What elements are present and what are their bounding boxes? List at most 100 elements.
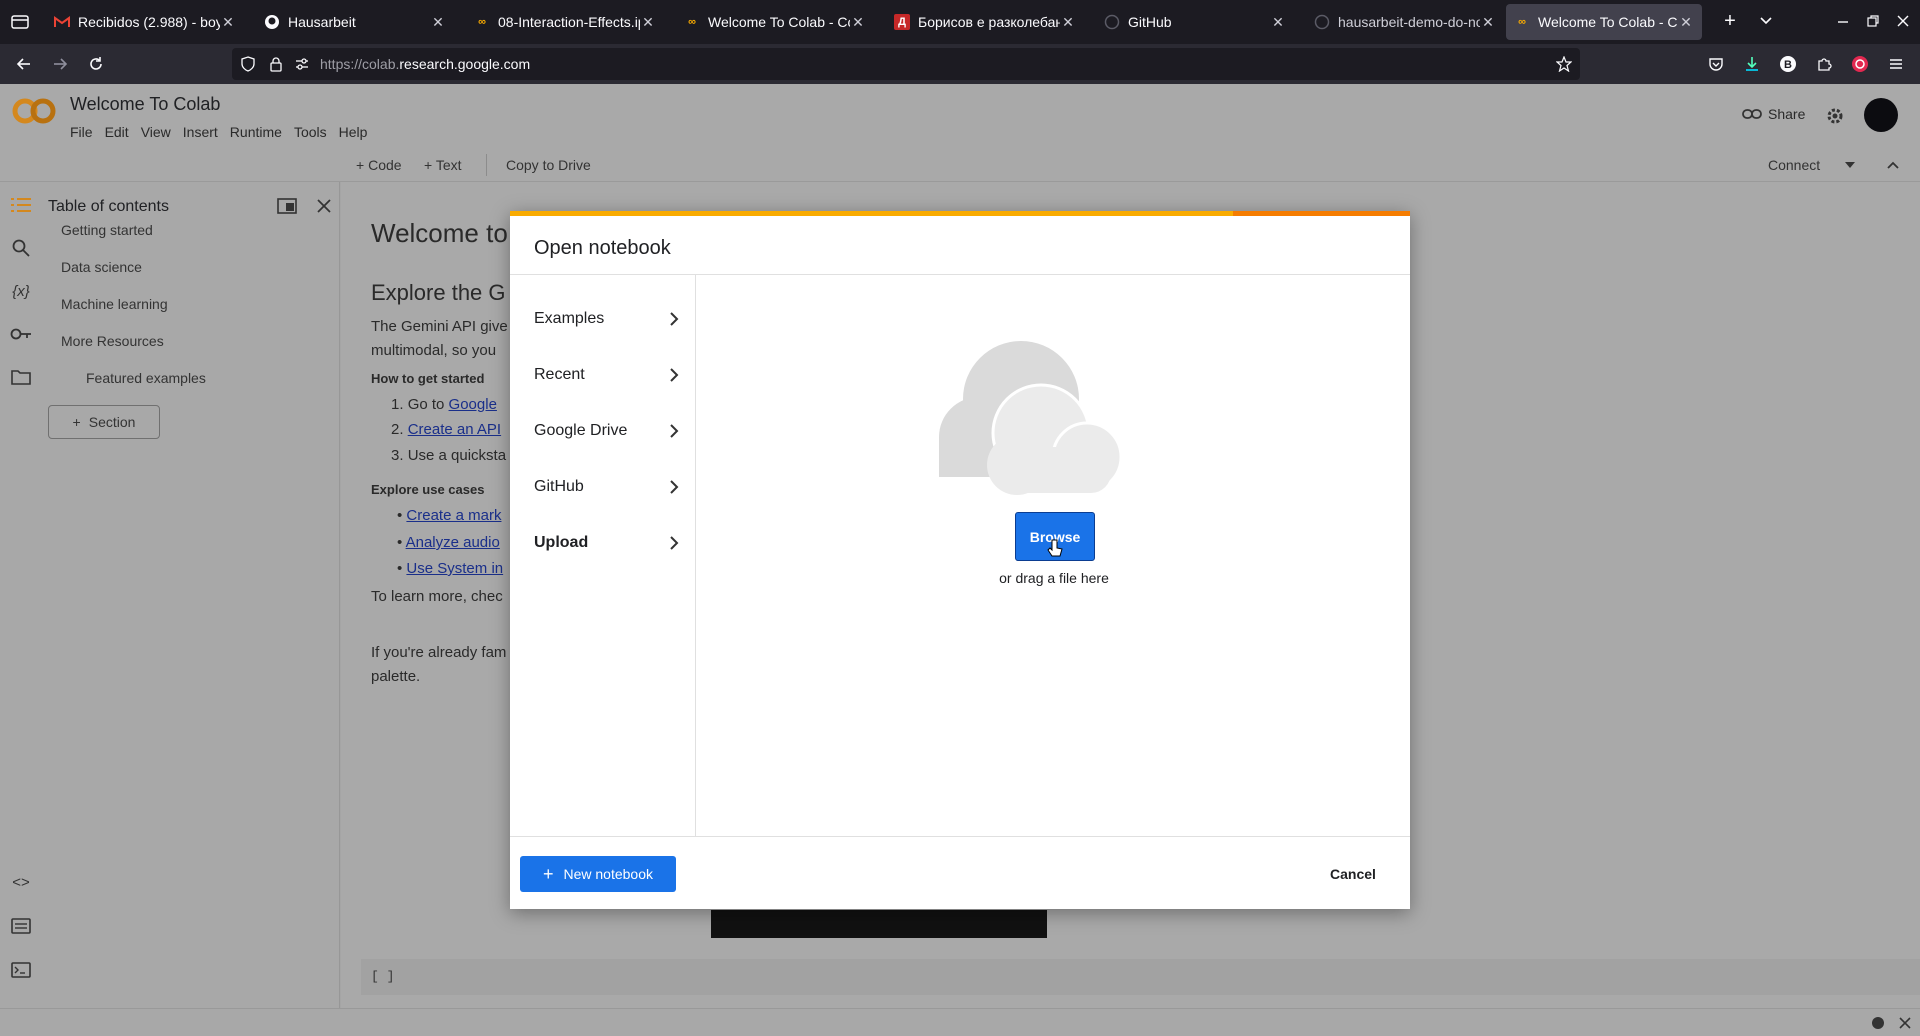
upload-panel[interactable]: Browse or drag a file here [697, 275, 1410, 836]
settings-gear-icon[interactable] [1825, 106, 1845, 126]
bullet-link[interactable]: Analyze audio [406, 534, 500, 551]
share-button[interactable]: Share [1742, 106, 1805, 122]
toc-item-more-resources[interactable]: More Resources [61, 333, 164, 349]
menu-edit[interactable]: Edit [105, 124, 129, 140]
variables-icon[interactable]: {x} [8, 278, 34, 304]
close-sidebar-icon[interactable] [316, 198, 332, 214]
list-item: 3. Use a quicksta [391, 447, 507, 464]
bullet-link[interactable]: Create a mark [406, 507, 501, 524]
bullet-link[interactable]: Use System in [406, 560, 503, 577]
new-notebook-button[interactable]: + New notebook [520, 856, 676, 892]
tab-news[interactable]: Д Борисов е разколебан ✕ [886, 4, 1084, 40]
toc-title: Table of contents [48, 198, 169, 215]
dialog-title: Open notebook [534, 237, 671, 259]
window-close-icon[interactable] [1896, 14, 1910, 28]
app-menu-icon[interactable] [1884, 52, 1908, 76]
extensions-puzzle-icon[interactable] [1812, 52, 1836, 76]
tab-hausarbeit[interactable]: Hausarbeit ✕ [256, 4, 454, 40]
close-icon[interactable]: ✕ [430, 14, 446, 31]
chevron-right-icon [670, 312, 679, 326]
copy-to-drive-button[interactable]: Copy to Drive [506, 157, 591, 173]
tab-title: hausarbeit-demo-do-no [1338, 14, 1480, 30]
terminal-icon[interactable] [8, 957, 34, 983]
collapse-up-icon[interactable] [1886, 158, 1900, 172]
open-in-tab-icon[interactable] [277, 198, 297, 214]
toc-item-machine-learning[interactable]: Machine learning [61, 296, 168, 312]
pocket-icon[interactable] [1704, 52, 1728, 76]
close-icon[interactable]: ✕ [220, 14, 236, 31]
list-tabs-icon[interactable] [1758, 12, 1774, 28]
add-code-label: Code [368, 157, 402, 173]
close-icon[interactable]: ✕ [1678, 14, 1694, 31]
step-link[interactable]: Google [449, 396, 497, 413]
url-text[interactable]: https://colab.research.google.com [320, 56, 530, 72]
news-icon: Д [894, 14, 910, 30]
account-icon[interactable] [1848, 52, 1872, 76]
notebook-image [711, 910, 1047, 938]
close-icon[interactable]: ✕ [1060, 14, 1076, 31]
secrets-key-icon[interactable] [8, 321, 34, 347]
close-icon[interactable]: ✕ [1270, 14, 1286, 31]
code-snippets-icon[interactable]: <> [8, 869, 34, 895]
new-tab-icon[interactable]: + [1718, 10, 1742, 34]
close-icon[interactable]: ✕ [640, 14, 656, 31]
status-close-icon[interactable] [1898, 1016, 1912, 1030]
toc-item-featured-examples[interactable]: Featured examples [86, 370, 206, 386]
menu-help[interactable]: Help [339, 124, 368, 140]
tab-title: Hausarbeit [288, 14, 356, 30]
tab-welcome-colab-active[interactable]: ∞ Welcome To Colab - Col ✕ [1506, 4, 1702, 40]
menu-tools[interactable]: Tools [294, 124, 327, 140]
back-icon[interactable] [12, 52, 36, 76]
nav-upload[interactable]: Upload [534, 523, 680, 563]
nav-examples[interactable]: Examples [534, 299, 680, 339]
add-section-button[interactable]: + Section [48, 405, 160, 439]
toc-item-getting-started[interactable]: Getting started [61, 222, 153, 238]
connect-button[interactable]: Connect [1768, 157, 1856, 173]
downloads-icon[interactable] [1740, 52, 1764, 76]
chevron-right-icon [670, 368, 679, 382]
minimize-icon[interactable] [1836, 14, 1850, 28]
tab-interaction-effects[interactable]: ∞ 08-Interaction-Effects.ip ✕ [466, 4, 664, 40]
menu-file[interactable]: File [70, 124, 93, 140]
permissions-icon[interactable] [294, 56, 310, 72]
menu-runtime[interactable]: Runtime [230, 124, 282, 140]
nav-label: Google Drive [534, 422, 628, 439]
step-link[interactable]: Create an API [408, 421, 501, 438]
cancel-button[interactable]: Cancel [1330, 866, 1376, 882]
nav-google-drive[interactable]: Google Drive [534, 411, 680, 451]
lock-icon[interactable] [268, 56, 284, 72]
table-of-contents-icon[interactable] [8, 192, 34, 218]
tab-github[interactable]: GitHub ✕ [1096, 4, 1294, 40]
files-folder-icon[interactable] [8, 364, 34, 390]
add-text-button[interactable]: + Text [424, 157, 462, 173]
avatar[interactable] [1864, 98, 1898, 132]
plus-icon: + [72, 414, 81, 430]
notebook-title[interactable]: Welcome To Colab [70, 94, 220, 115]
shield-icon[interactable] [240, 56, 256, 72]
reload-icon[interactable] [84, 52, 108, 76]
nav-github[interactable]: GitHub [534, 467, 680, 507]
tab-welcome-colab[interactable]: ∞ Welcome To Colab - Col ✕ [676, 4, 874, 40]
close-icon[interactable]: ✕ [850, 14, 866, 31]
forward-icon[interactable] [48, 52, 72, 76]
menu-view[interactable]: View [141, 124, 171, 140]
menu-insert[interactable]: Insert [183, 124, 218, 140]
restore-icon[interactable] [1866, 14, 1880, 28]
firefox-view-icon[interactable] [10, 12, 30, 32]
code-cell[interactable]: [ ] [361, 959, 1920, 995]
url-bar[interactable]: https://colab.research.google.com [232, 48, 1580, 80]
paragraph-line: multimodal, so you [371, 342, 497, 359]
search-icon[interactable] [8, 235, 34, 261]
command-palette-icon[interactable] [8, 913, 34, 939]
tab-hausarbeit-demo[interactable]: hausarbeit-demo-do-no ✕ [1306, 4, 1504, 40]
bookmark-star-icon[interactable] [1556, 56, 1572, 72]
add-code-button[interactable]: + Code [356, 157, 402, 173]
colab-logo-icon[interactable] [12, 98, 56, 124]
colab-icon: ∞ [478, 16, 486, 28]
tab-gmail[interactable]: Recibidos (2.988) - boyk ✕ [46, 4, 244, 40]
close-icon[interactable]: ✕ [1480, 14, 1496, 31]
toc-item-data-science[interactable]: Data science [61, 259, 142, 275]
extension-b-icon[interactable]: B [1776, 52, 1800, 76]
nav-recent[interactable]: Recent [534, 355, 680, 395]
sidebar: {x} Table of contents Getting started Da… [0, 182, 340, 1008]
